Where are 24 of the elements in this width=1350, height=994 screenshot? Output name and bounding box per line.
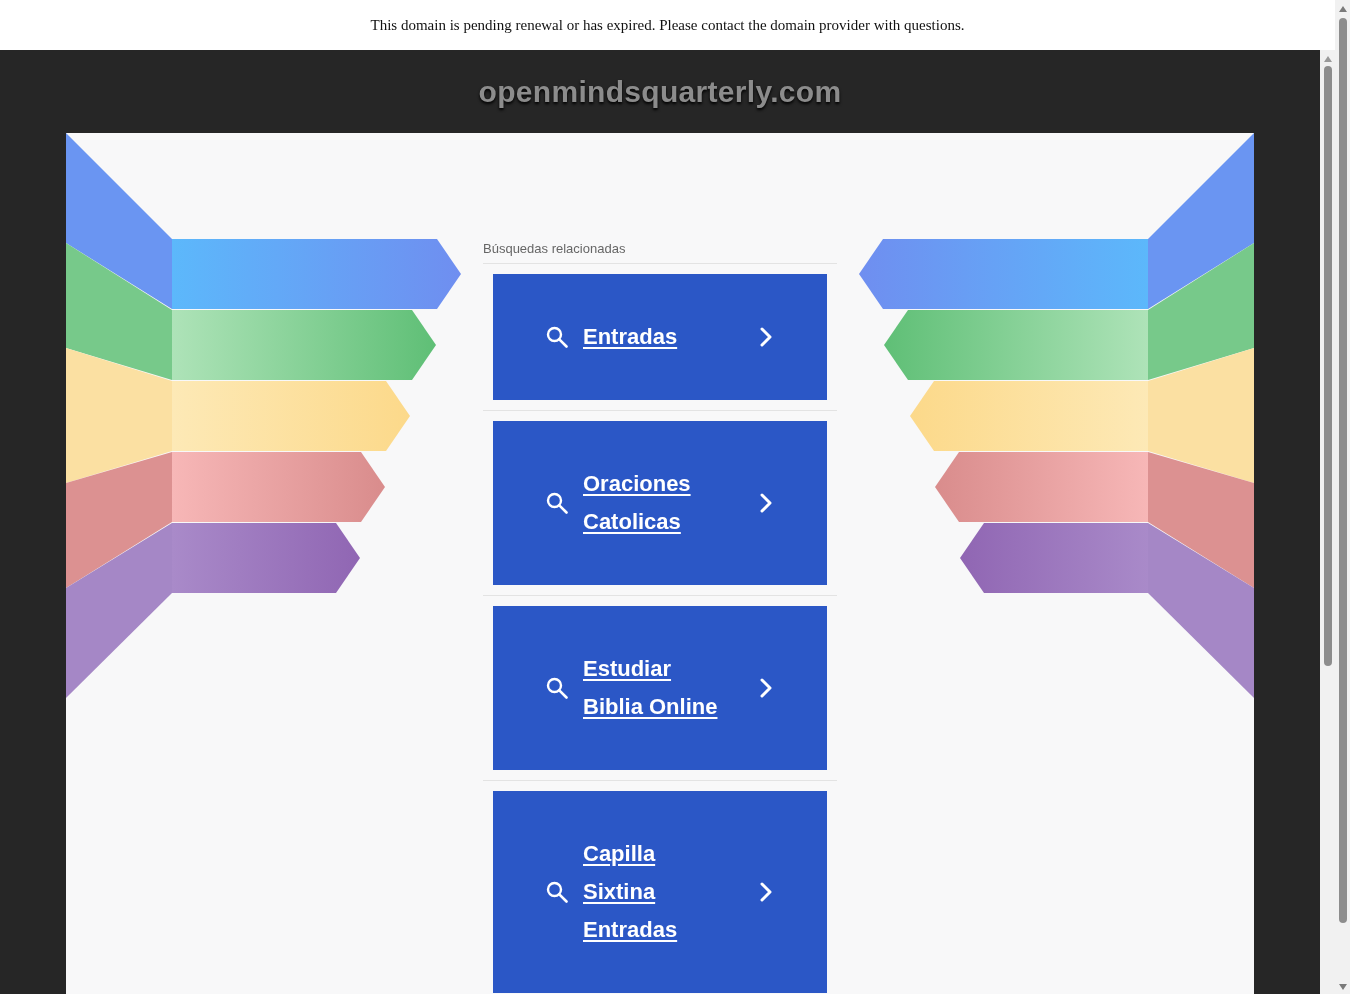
search-link[interactable]: Oraciones Catolicas — [583, 464, 725, 541]
search-icon — [546, 325, 568, 348]
scrollbar[interactable] — [1335, 0, 1350, 994]
search-icon — [546, 491, 568, 514]
search-result-tile[interactable]: Estudiar Biblia Online — [493, 605, 827, 770]
chevron-right-icon — [760, 677, 772, 698]
chevron-right-icon — [760, 881, 772, 902]
search-result-tile[interactable]: Oraciones Catolicas — [493, 420, 827, 585]
scrollbar[interactable] — [1320, 50, 1335, 994]
domain-title: openmindsquarterly.com — [478, 74, 842, 110]
chevron-right-icon — [760, 492, 772, 513]
scroll-up-icon[interactable] — [1323, 56, 1332, 62]
section-heading: Búsquedas relacionadas — [483, 239, 837, 264]
search-link[interactable]: Entradas — [583, 317, 725, 356]
scroll-down-icon[interactable] — [1338, 984, 1347, 990]
search-link[interactable]: Estudiar Biblia Online — [583, 649, 725, 726]
scroll-up-icon[interactable] — [1338, 6, 1347, 12]
expiry-notice: This domain is pending renewal or has expired. Please contact the domain provider with questions. — [370, 15, 965, 35]
search-result-tile[interactable]: Entradas — [493, 273, 827, 400]
search-link[interactable]: Capilla Sixtina Entradas — [583, 834, 725, 949]
search-icon — [546, 880, 568, 903]
chevron-right-icon — [760, 326, 772, 347]
search-icon — [546, 676, 568, 699]
search-result-tile[interactable]: Capilla Sixtina Entradas — [493, 790, 827, 993]
